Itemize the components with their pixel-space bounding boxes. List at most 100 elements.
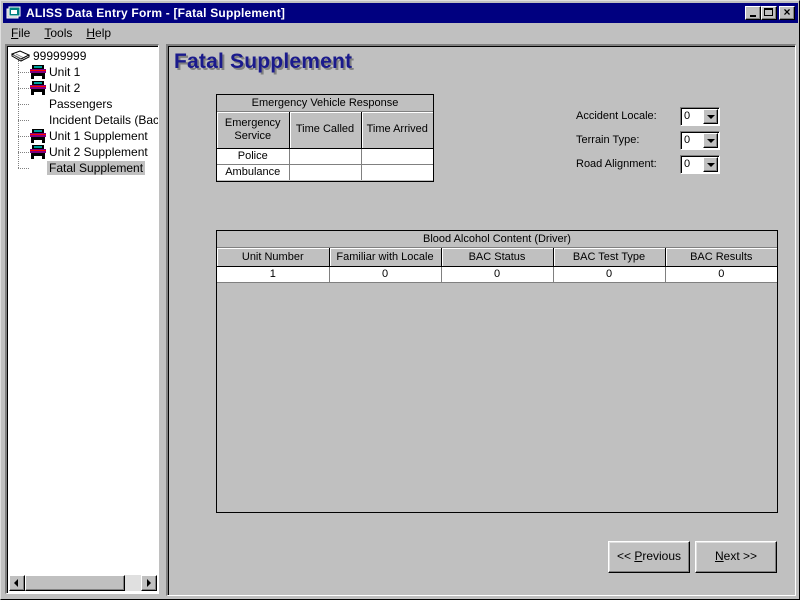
tree-branch: [18, 104, 29, 105]
terrain-type-field: Terrain Type: 0: [576, 130, 720, 150]
tree-item-incident-details[interactable]: Incident Details (BackF: [47, 112, 159, 128]
previous-label: revious: [642, 549, 682, 563]
column-header[interactable]: Familiar with Locale: [329, 248, 442, 267]
field-label: Terrain Type:: [576, 134, 640, 146]
grid-cell[interactable]: 0: [553, 266, 666, 283]
column-header[interactable]: Emergency Service: [217, 112, 290, 149]
tree-item-label: Unit 2: [49, 81, 81, 95]
tree-item-passengers[interactable]: Passengers: [47, 96, 114, 112]
page-title: Fatal Supplement: [174, 50, 353, 73]
grid-cell[interactable]: Ambulance: [217, 164, 290, 180]
column-header[interactable]: BAC Results: [665, 248, 777, 267]
tree-item-label: Unit 2 Supplement: [49, 145, 148, 159]
grid-caption: Emergency Vehicle Response: [217, 95, 433, 112]
app-window: ALISS Data Entry Form - [Fatal Supplemen…: [0, 0, 800, 600]
tree-root-item[interactable]: 99999999: [10, 48, 88, 64]
arrow-right-icon: [147, 579, 151, 587]
table-row: Police: [217, 148, 433, 165]
column-header[interactable]: Unit Number: [217, 248, 330, 267]
tree-branch: [18, 88, 29, 89]
field-label: Road Alignment:: [576, 158, 657, 170]
tree-item-label: Passengers: [49, 97, 113, 111]
grid-cell[interactable]: Police: [217, 148, 290, 165]
window-title: ALISS Data Entry Form - [Fatal Supplemen…: [26, 6, 286, 20]
tree-branch: [18, 72, 29, 73]
grid-cell[interactable]: 0: [441, 266, 554, 283]
tree-branch: [18, 136, 29, 137]
scroll-thumb[interactable]: [25, 575, 125, 591]
accident-locale-field: Accident Locale: 0: [576, 106, 720, 126]
menu-help[interactable]: Help: [78, 26, 117, 40]
title-bar[interactable]: ALISS Data Entry Form - [Fatal Supplemen…: [3, 3, 798, 23]
column-header[interactable]: BAC Test Type: [553, 248, 666, 267]
blood-alcohol-content-grid[interactable]: Blood Alcohol Content (Driver) Unit Numb…: [216, 230, 778, 513]
grid-cell[interactable]: [361, 164, 433, 180]
grid-caption: Blood Alcohol Content (Driver): [217, 231, 777, 248]
grid-cell[interactable]: [361, 148, 433, 165]
select-value: 0: [684, 133, 691, 146]
table-row: 1 0 0 0 0: [217, 266, 777, 283]
grid-cell[interactable]: 0: [665, 266, 777, 283]
column-header[interactable]: Time Called: [289, 112, 362, 149]
maximize-button[interactable]: [761, 6, 777, 20]
minimize-icon: [750, 15, 756, 17]
minimize-button[interactable]: [745, 6, 761, 20]
menu-help-label: elp: [95, 26, 112, 40]
scroll-right-button[interactable]: [141, 575, 157, 591]
horizontal-scrollbar[interactable]: [9, 575, 157, 591]
menu-tools-label: ools: [50, 26, 73, 40]
book-icon: [10, 50, 31, 62]
scroll-left-button[interactable]: [9, 575, 25, 591]
tree-root-label: 99999999: [33, 49, 87, 63]
grid-cell[interactable]: [289, 164, 362, 180]
tree-branch: [18, 168, 29, 169]
tree-item-label: Unit 1: [49, 65, 81, 79]
column-header[interactable]: BAC Status: [441, 248, 554, 267]
tree-item-unit-1[interactable]: Unit 1: [29, 64, 82, 80]
grid-cell[interactable]: 0: [329, 266, 442, 283]
tree-item-label: Incident Details (BackF: [49, 113, 159, 127]
tree-item-unit-2[interactable]: Unit 2: [29, 80, 82, 96]
arrow-left-icon: [14, 579, 18, 587]
select-value: 0: [684, 157, 691, 170]
tree-branch: [18, 120, 29, 121]
close-button[interactable]: ×: [779, 6, 795, 20]
menu-help-accel: H: [86, 26, 96, 40]
car-icon: [29, 128, 47, 144]
tree-branch: [18, 152, 29, 153]
navigation-tree[interactable]: 99999999 Unit 1 Unit 2 Passengers Incide…: [5, 44, 159, 594]
menu-tools[interactable]: Tools: [36, 26, 78, 40]
emergency-vehicle-response-grid[interactable]: Emergency Vehicle Response Emergency Ser…: [216, 94, 434, 182]
field-label: Accident Locale:: [576, 110, 657, 122]
tree-item-unit-1-supplement[interactable]: Unit 1 Supplement: [29, 128, 150, 144]
road-alignment-field: Road Alignment: 0: [576, 154, 720, 174]
tree-item-unit-2-supplement[interactable]: Unit 2 Supplement: [29, 144, 150, 160]
menu-bar: File Tools Help: [3, 24, 798, 42]
road-alignment-select[interactable]: 0: [680, 154, 720, 174]
menu-file[interactable]: File: [3, 26, 36, 40]
grid-cell[interactable]: [289, 148, 362, 165]
chevron-down-icon[interactable]: [703, 132, 718, 148]
previous-button[interactable]: << Previous: [608, 541, 690, 573]
grid-cell[interactable]: 1: [217, 266, 330, 283]
car-icon: [29, 64, 47, 80]
car-icon: [29, 80, 47, 96]
previous-prefix: <<: [616, 549, 635, 563]
table-row: Ambulance: [217, 164, 433, 180]
tree-item-label-selected: Fatal Supplement: [47, 161, 146, 175]
maximize-icon: [764, 8, 773, 16]
terrain-type-select[interactable]: 0: [680, 130, 720, 150]
chevron-down-icon[interactable]: [703, 108, 718, 124]
close-icon: ×: [783, 5, 791, 19]
column-header[interactable]: Time Arrived: [361, 112, 433, 149]
tree-item-fatal-supplement[interactable]: Fatal Supplement: [47, 160, 146, 176]
app-icon: [6, 6, 22, 20]
accident-locale-select[interactable]: 0: [680, 106, 720, 126]
menu-file-label: ile: [18, 26, 31, 40]
form-panel: Fatal Supplement Emergency Vehicle Respo…: [166, 44, 796, 596]
next-button[interactable]: Next >>: [695, 541, 777, 573]
next-accel: N: [714, 549, 724, 563]
chevron-down-icon[interactable]: [703, 156, 718, 172]
select-value: 0: [684, 109, 691, 122]
next-label: ext >>: [723, 549, 758, 563]
